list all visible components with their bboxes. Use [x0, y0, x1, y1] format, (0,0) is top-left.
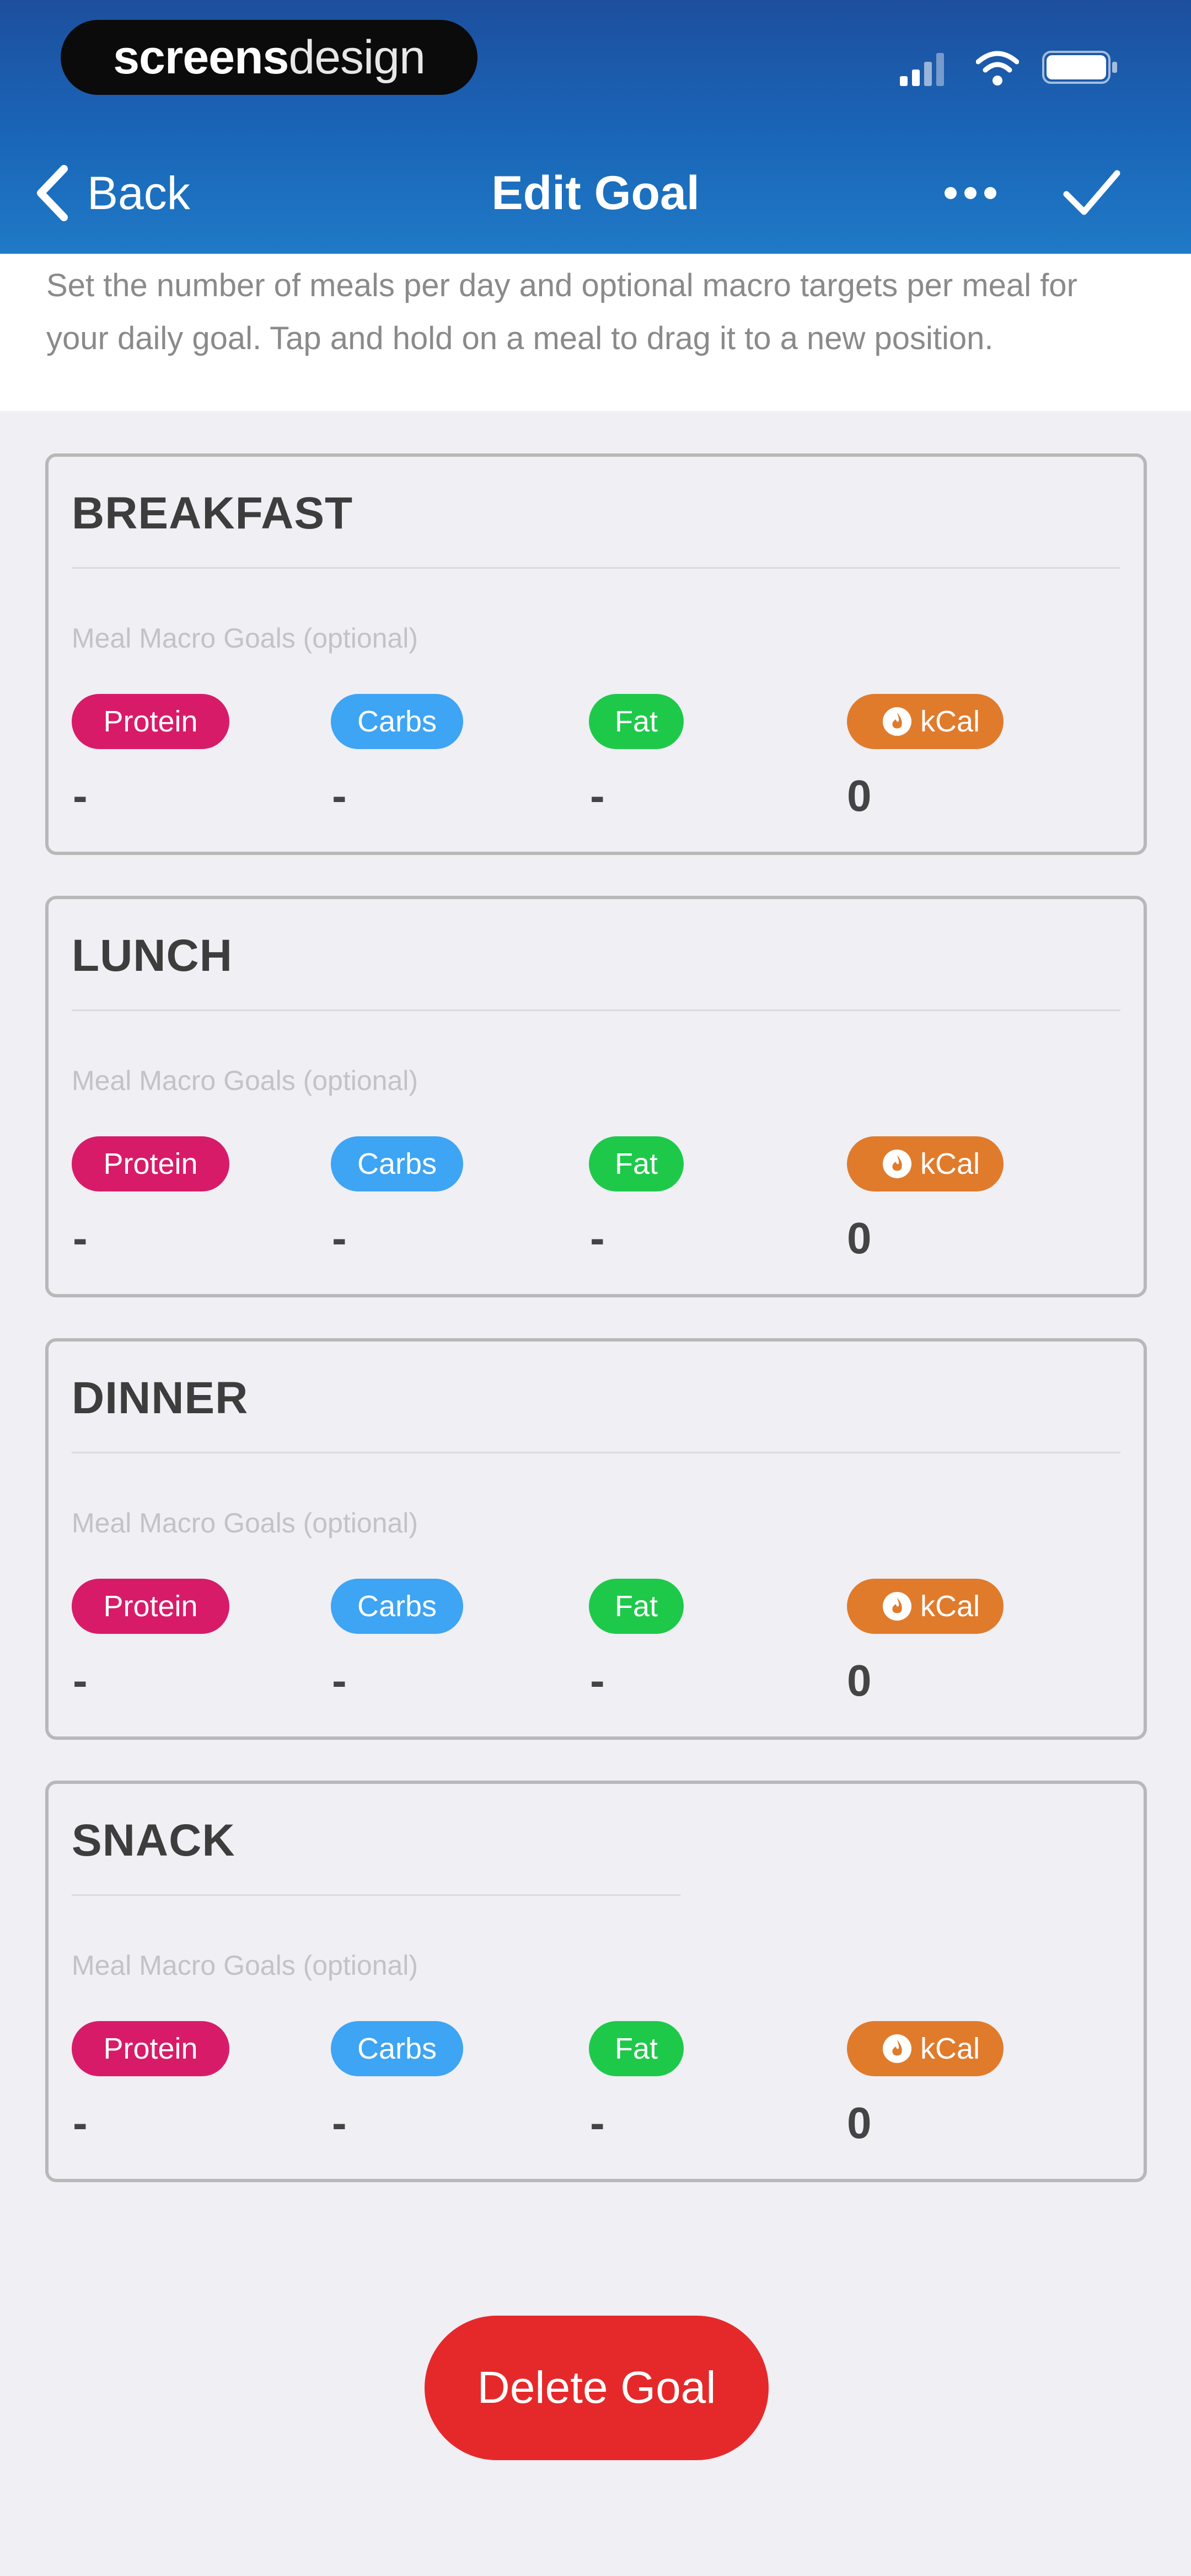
flame-icon	[882, 1592, 911, 1621]
carbs-goal[interactable]: Carbs -	[331, 694, 463, 821]
meal-list: BREAKFAST Meal Macro Goals (optional) Pr…	[45, 453, 1147, 2223]
carbs-pill: Carbs	[331, 694, 463, 749]
macro-row: Protein - Carbs - Fat - kCal 0	[72, 1579, 1119, 1722]
more-icon[interactable]	[937, 165, 1004, 221]
protein-goal[interactable]: Protein -	[72, 694, 229, 821]
status-bar: screens design	[0, 0, 1191, 121]
kcal-pill: kCal	[847, 1579, 1004, 1634]
page-title: Edit Goal	[491, 166, 700, 220]
protein-value: -	[73, 1214, 88, 1263]
back-label: Back	[87, 167, 190, 219]
kcal-pill: kCal	[847, 2021, 1004, 2076]
carbs-goal[interactable]: Carbs -	[331, 1136, 463, 1263]
fat-goal[interactable]: Fat -	[589, 694, 684, 821]
protein-pill: Protein	[72, 1579, 229, 1634]
fat-pill: Fat	[589, 1136, 684, 1191]
kcal-pill: kCal	[847, 694, 1004, 749]
fat-pill: Fat	[589, 1579, 684, 1634]
carbs-pill: Carbs	[331, 1136, 463, 1191]
macro-hint: Meal Macro Goals (optional)	[72, 1508, 419, 1538]
macro-row: Protein - Carbs - Fat - kCal 0	[72, 1136, 1119, 1280]
kcal-goal[interactable]: kCal 0	[847, 1579, 1004, 1706]
divider	[72, 1452, 1120, 1453]
kcal-label: kCal	[920, 2032, 980, 2065]
fat-goal[interactable]: Fat -	[589, 1579, 684, 1706]
fat-value: -	[590, 2098, 605, 2147]
meal-name: SNACK	[72, 1815, 235, 1866]
divider	[72, 567, 1120, 569]
wifi-icon	[976, 51, 1019, 85]
brand-light-text: design	[288, 30, 425, 84]
meal-card-lunch[interactable]: LUNCH Meal Macro Goals (optional) Protei…	[45, 896, 1147, 1297]
macro-hint: Meal Macro Goals (optional)	[72, 623, 419, 654]
macro-row: Protein - Carbs - Fat - kCal 0	[72, 2021, 1119, 2165]
divider	[72, 1894, 680, 1896]
brand-bold-text: screens	[113, 30, 289, 84]
carbs-value: -	[332, 1214, 347, 1263]
carbs-value: -	[332, 771, 347, 820]
divider	[72, 1009, 1120, 1011]
fat-value: -	[590, 771, 605, 820]
meal-card-dinner[interactable]: DINNER Meal Macro Goals (optional) Prote…	[45, 1338, 1147, 1740]
kcal-value: 0	[847, 1656, 872, 1705]
macro-row: Protein - Carbs - Fat - kCal 0	[72, 694, 1119, 837]
kcal-label: kCal	[920, 705, 980, 738]
protein-value: -	[73, 2098, 88, 2147]
protein-pill: Protein	[72, 694, 229, 749]
kcal-value: 0	[847, 1214, 872, 1263]
protein-pill: Protein	[72, 1136, 229, 1191]
kcal-label: kCal	[920, 1590, 980, 1623]
fat-goal[interactable]: Fat -	[589, 2021, 684, 2148]
meal-card-snack[interactable]: SNACK Meal Macro Goals (optional) Protei…	[45, 1781, 1147, 2182]
kcal-goal[interactable]: kCal 0	[847, 2021, 1004, 2148]
macro-hint: Meal Macro Goals (optional)	[72, 1065, 419, 1096]
protein-goal[interactable]: Protein -	[72, 1579, 229, 1706]
kcal-value: 0	[847, 771, 872, 820]
brand-logo: screens design	[61, 20, 478, 95]
carbs-value: -	[332, 1656, 347, 1705]
carbs-goal[interactable]: Carbs -	[331, 1579, 463, 1706]
signal-icon	[900, 53, 944, 86]
checkmark-icon[interactable]	[1059, 162, 1125, 223]
carbs-pill: Carbs	[331, 2021, 463, 2076]
meal-name: LUNCH	[72, 931, 233, 981]
protein-goal[interactable]: Protein -	[72, 2021, 229, 2148]
kcal-goal[interactable]: kCal 0	[847, 1136, 1004, 1263]
carbs-value: -	[332, 2098, 347, 2147]
instructions-text: Set the number of meals per day and opti…	[0, 254, 1191, 411]
fat-goal[interactable]: Fat -	[589, 1136, 684, 1263]
fat-value: -	[590, 1656, 605, 1705]
meal-name: DINNER	[72, 1373, 249, 1423]
carbs-pill: Carbs	[331, 1579, 463, 1634]
fat-value: -	[590, 1214, 605, 1263]
kcal-label: kCal	[920, 1147, 980, 1180]
back-button[interactable]: Back	[33, 160, 190, 226]
protein-pill: Protein	[72, 2021, 229, 2076]
nav-bar: Back Edit Goal	[0, 143, 1191, 243]
flame-icon	[882, 1150, 911, 1178]
battery-icon	[1042, 51, 1117, 84]
back-chevron-icon	[37, 165, 68, 221]
meal-card-breakfast[interactable]: BREAKFAST Meal Macro Goals (optional) Pr…	[45, 453, 1147, 855]
delete-goal-button[interactable]: Delete Goal	[425, 2316, 769, 2460]
carbs-goal[interactable]: Carbs -	[331, 2021, 463, 2148]
protein-goal[interactable]: Protein -	[72, 1136, 229, 1263]
kcal-goal[interactable]: kCal 0	[847, 694, 1004, 821]
header: screens design Back Edit Goal	[0, 0, 1191, 254]
fat-pill: Fat	[589, 2021, 684, 2076]
flame-icon	[882, 2034, 911, 2063]
flame-icon	[882, 707, 911, 736]
fat-pill: Fat	[589, 694, 684, 749]
protein-value: -	[73, 771, 88, 820]
kcal-value: 0	[847, 2098, 872, 2147]
kcal-pill: kCal	[847, 1136, 1004, 1191]
macro-hint: Meal Macro Goals (optional)	[72, 1950, 419, 1981]
meal-name: BREAKFAST	[72, 488, 353, 538]
protein-value: -	[73, 1656, 88, 1705]
